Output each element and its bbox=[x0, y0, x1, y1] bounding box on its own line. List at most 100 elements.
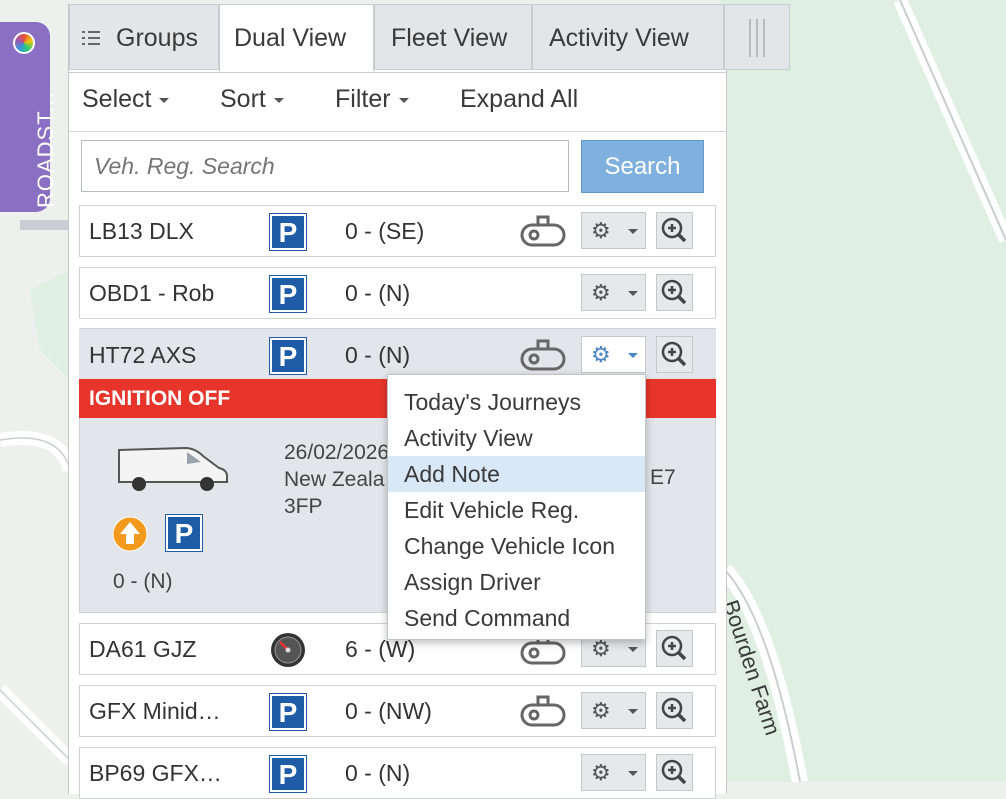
parked-icon: P bbox=[165, 514, 203, 552]
vehicle-row[interactable]: LB13 DLX P 0 - (SE) ⚙ bbox=[79, 205, 716, 257]
detail-location: 26/02/2026 New Zeala 3FP bbox=[284, 439, 389, 520]
vehicle-reg: HT72 AXS bbox=[89, 342, 197, 368]
color-wheel-icon bbox=[13, 32, 35, 54]
gear-icon: ⚙ bbox=[591, 218, 611, 243]
zoom-in-icon bbox=[661, 217, 687, 243]
chevron-down-icon bbox=[628, 353, 638, 358]
obd-device-icon bbox=[520, 215, 566, 247]
van-icon bbox=[118, 446, 228, 491]
detail-address-suffix: E7 bbox=[650, 466, 676, 489]
tab-activity-view[interactable]: Activity View bbox=[532, 4, 724, 70]
toolbar: Select Sort Filter Expand All bbox=[69, 72, 726, 132]
tab-dual-view[interactable]: Dual View bbox=[219, 4, 374, 72]
tab-groups[interactable]: Groups bbox=[69, 4, 219, 70]
vehicle-speed: 0 - (N) bbox=[345, 342, 411, 368]
sort-dropdown[interactable]: Sort bbox=[220, 85, 284, 114]
search-button-label: Search bbox=[604, 153, 681, 180]
select-dropdown[interactable]: Select bbox=[82, 85, 170, 114]
side-tab-label: ROADST... bbox=[33, 91, 58, 208]
menu-item-add-note[interactable]: Add Note bbox=[388, 456, 645, 492]
vehicle-row[interactable]: GFX Minid… P 0 - (NW) ⚙ bbox=[79, 685, 716, 737]
parked-icon: P bbox=[269, 693, 307, 731]
zoom-in-icon bbox=[661, 279, 687, 305]
detail-address-line2: 3FP bbox=[284, 495, 323, 518]
speedometer-icon bbox=[271, 633, 305, 667]
gear-icon: ⚙ bbox=[591, 760, 611, 785]
side-tab-roadsters[interactable]: ROADST... bbox=[0, 22, 58, 212]
vehicle-speed: 0 - (NW) bbox=[345, 698, 432, 724]
filter-dropdown[interactable]: Filter bbox=[335, 85, 409, 114]
tab-dual-view-label: Dual View bbox=[234, 24, 347, 52]
chevron-down-icon bbox=[159, 97, 170, 103]
zoom-in-icon bbox=[661, 635, 687, 661]
menu-item-change-vehicle-icon[interactable]: Change Vehicle Icon bbox=[388, 528, 645, 564]
zoom-to-vehicle-button[interactable] bbox=[656, 274, 693, 311]
expand-all-button[interactable]: Expand All bbox=[460, 85, 578, 114]
vehicle-search-input[interactable] bbox=[81, 140, 569, 192]
chevron-down-icon bbox=[398, 97, 409, 103]
parked-icon: P bbox=[269, 755, 307, 793]
vehicle-reg: GFX Minid… bbox=[89, 698, 221, 724]
vehicle-reg: BP69 GFX… bbox=[89, 760, 222, 786]
vehicle-context-menu: Today's Journeys Activity View Add Note … bbox=[387, 374, 646, 640]
gear-icon: ⚙ bbox=[591, 698, 611, 723]
vehicle-speed: 0 - (SE) bbox=[345, 218, 425, 244]
detail-speed: 0 - (N) bbox=[113, 570, 173, 593]
tab-bar: Groups Dual View Fleet View Activity Vie… bbox=[69, 4, 790, 72]
chevron-down-icon bbox=[628, 709, 638, 714]
vehicle-options-button[interactable]: ⚙ bbox=[581, 692, 646, 729]
vehicle-reg: LB13 DLX bbox=[89, 218, 194, 244]
vehicle-options-button[interactable]: ⚙ bbox=[581, 274, 646, 311]
filter-label: Filter bbox=[335, 85, 391, 113]
search-button[interactable]: Search bbox=[581, 140, 704, 193]
menu-item-todays-journeys[interactable]: Today's Journeys bbox=[388, 384, 645, 420]
gear-icon: ⚙ bbox=[591, 636, 611, 661]
chevron-down-icon bbox=[628, 229, 638, 234]
menu-item-send-command[interactable]: Send Command bbox=[388, 600, 645, 636]
vehicle-reg: OBD1 - Rob bbox=[89, 280, 215, 306]
zoom-in-icon bbox=[661, 341, 687, 367]
parked-icon: P bbox=[269, 275, 307, 313]
vehicle-speed: 0 - (N) bbox=[345, 760, 411, 786]
panel-resize-handle[interactable] bbox=[724, 4, 790, 70]
detail-address-line1: New Zeala bbox=[284, 468, 385, 491]
vehicle-row[interactable]: BP69 GFX… P 0 - (N) ⚙ bbox=[79, 747, 716, 799]
expand-all-label: Expand All bbox=[460, 85, 579, 113]
select-label: Select bbox=[82, 85, 152, 113]
gear-icon: ⚙ bbox=[591, 342, 611, 367]
ignition-status-text: IGNITION OFF bbox=[89, 387, 231, 410]
tab-activity-view-label: Activity View bbox=[549, 24, 689, 52]
vehicle-options-button[interactable]: ⚙ bbox=[581, 754, 646, 791]
zoom-to-vehicle-button[interactable] bbox=[656, 754, 693, 791]
sort-label: Sort bbox=[220, 85, 266, 113]
parked-icon: P bbox=[269, 213, 307, 251]
tab-fleet-view[interactable]: Fleet View bbox=[374, 4, 532, 70]
zoom-to-vehicle-button[interactable] bbox=[656, 692, 693, 729]
menu-item-assign-driver[interactable]: Assign Driver bbox=[388, 564, 645, 600]
obd-device-icon bbox=[520, 339, 566, 371]
vehicle-options-button[interactable]: ⚙ bbox=[581, 212, 646, 249]
vehicle-speed: 0 - (N) bbox=[345, 280, 411, 306]
list-icon bbox=[82, 31, 100, 45]
zoom-to-vehicle-button[interactable] bbox=[656, 336, 693, 373]
vehicle-row[interactable]: OBD1 - Rob P 0 - (N) ⚙ bbox=[79, 267, 716, 319]
gear-icon: ⚙ bbox=[591, 280, 611, 305]
heading-arrow-icon bbox=[112, 516, 148, 552]
detail-date: 26/02/2026 bbox=[284, 441, 390, 464]
chevron-down-icon bbox=[273, 97, 284, 103]
menu-item-edit-vehicle-reg[interactable]: Edit Vehicle Reg. bbox=[388, 492, 645, 528]
chevron-down-icon bbox=[628, 771, 638, 776]
tab-groups-label: Groups bbox=[116, 24, 198, 52]
vehicle-speed: 6 - (W) bbox=[345, 636, 416, 662]
obd-device-icon bbox=[520, 695, 566, 727]
chevron-down-icon bbox=[628, 647, 638, 652]
zoom-to-vehicle-button[interactable] bbox=[656, 212, 693, 249]
zoom-in-icon bbox=[661, 759, 687, 785]
menu-item-activity-view[interactable]: Activity View bbox=[388, 420, 645, 456]
zoom-in-icon bbox=[661, 697, 687, 723]
vehicle-options-button[interactable]: ⚙ bbox=[581, 336, 646, 373]
zoom-to-vehicle-button[interactable] bbox=[656, 630, 693, 667]
chevron-down-icon bbox=[628, 291, 638, 296]
vehicle-reg: DA61 GJZ bbox=[89, 636, 197, 662]
tab-fleet-view-label: Fleet View bbox=[391, 24, 508, 52]
